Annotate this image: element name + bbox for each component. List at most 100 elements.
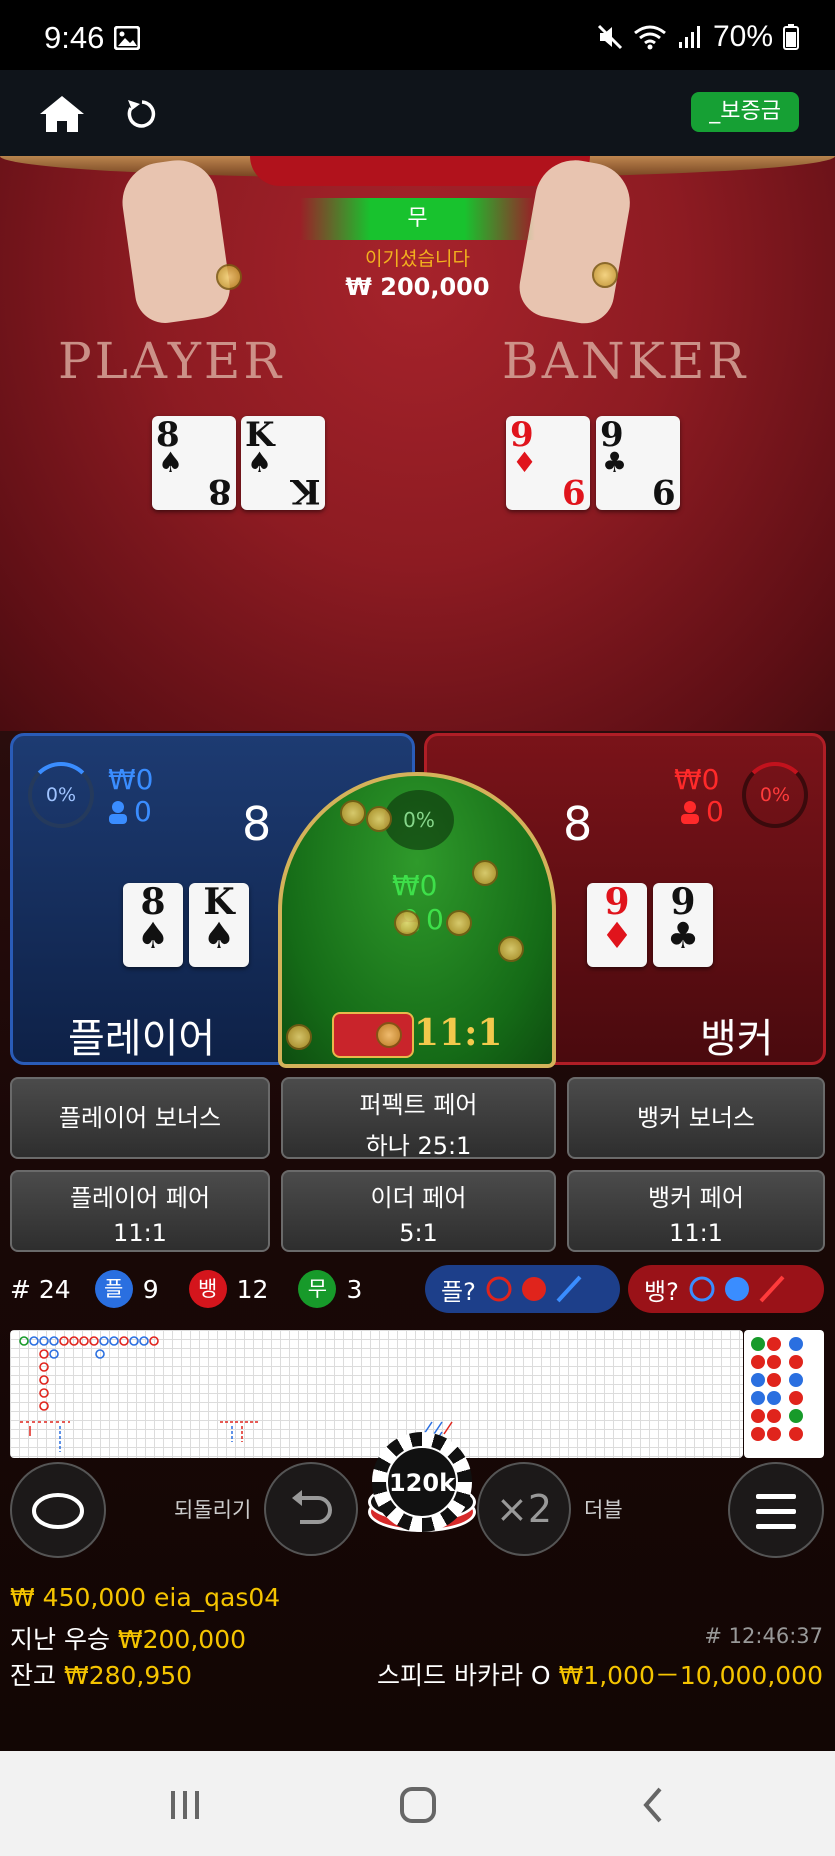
player-card-2: K ♠ (189, 883, 249, 967)
double-button[interactable]: ×2 (477, 1462, 571, 1556)
selected-chip[interactable]: 120k (372, 1432, 472, 1532)
tie-badge: 무 (298, 1270, 337, 1308)
table-player-card-1: 8 ♠ 8 (152, 416, 236, 510)
coin-icon (472, 860, 498, 886)
banker-pair-label: 뱅커 페어 (648, 1184, 744, 1212)
wifi-icon (634, 25, 666, 50)
recent-apps-icon[interactable] (168, 1789, 204, 1821)
bet-limits: ₩1,000－10,000,000 (558, 1661, 823, 1690)
gallery-icon (114, 26, 140, 50)
banker-badge: 뱅 (188, 1270, 227, 1308)
balance: 잔고 ₩280,950 (10, 1656, 192, 1692)
battery-icon (783, 24, 799, 50)
perfect-pair-button[interactable]: 퍼펙트 페어 하나 25:1 (281, 1077, 556, 1160)
round-count: # 24 (10, 1274, 71, 1304)
banker-percent-ring: 0% (742, 762, 808, 828)
banker-predict-button[interactable]: 뱅? (628, 1265, 824, 1313)
player-score: 8 (242, 797, 272, 851)
table-name: 스피드 바카라 O (377, 1661, 551, 1690)
status-bar: 9:46 70% (0, 0, 835, 70)
live-table-video: 무 이기셨습니다 ₩ 200,000 PLAYER BANKER 8 ♠ 8 K ♠… (0, 153, 835, 731)
table-banker-card-2: 9 ♣ 9 (596, 416, 680, 510)
home-nav-icon[interactable] (398, 1785, 438, 1825)
back-icon[interactable] (640, 1785, 666, 1825)
banker-wins: 12 (236, 1274, 269, 1304)
android-nav-bar (0, 1751, 835, 1856)
menu-button[interactable] (728, 1462, 824, 1558)
battery-percent: 70% (712, 20, 773, 53)
banker-card-2: 9 ♣ (653, 883, 713, 967)
either-pair-odds: 5:1 (399, 1219, 438, 1247)
tie-count-stat: 3 (346, 1274, 363, 1304)
player-pair-label: 플레이어 페어 (69, 1184, 211, 1212)
balance-label: 잔고 (10, 1661, 57, 1690)
lobby-button[interactable] (10, 1462, 106, 1558)
player-card-1: 8 ♠ (123, 883, 183, 967)
prediction-icons (486, 1275, 582, 1303)
banker-pair-odds: 11:1 (669, 1219, 723, 1247)
either-pair-button[interactable]: 이더 페어 5:1 (281, 1170, 556, 1252)
tie-bet-amount: ₩0 (392, 869, 438, 902)
table-icon (32, 1493, 84, 1529)
chip-icon (216, 264, 242, 290)
undo-label: 되돌리기 (174, 1498, 252, 1522)
player-count: 0 (108, 796, 152, 828)
player-predict-label: 플? (441, 1277, 476, 1306)
table-banker-label: BANKER (502, 332, 749, 390)
banker-predict-label: 뱅? (644, 1277, 679, 1306)
top-bar: _보증금 (0, 70, 835, 156)
coin-icon (394, 910, 420, 936)
banker-card-1: 9 ♦ (587, 883, 647, 967)
winner-tie-label: 무 (300, 198, 535, 240)
table-info: 스피드 바카라 O ₩1,000－10,000,000 (377, 1656, 823, 1692)
chip-stack[interactable]: 120k (368, 1432, 478, 1562)
coin-icon (446, 910, 472, 936)
coin-icon (286, 1024, 312, 1050)
perfect-pair-label: 퍼펙트 페어 (359, 1091, 478, 1119)
player-percent-ring: 0% (28, 762, 94, 828)
tie-odds: 11:1 (414, 1012, 503, 1054)
deposit-button[interactable]: _보증금 (691, 92, 799, 132)
player-bet-amount: ₩0 (108, 763, 154, 796)
table-player-card-2: K ♠ K (241, 416, 325, 510)
banker-count: 0 (680, 796, 724, 828)
table-banker-card-1: 9 ♦ 9 (506, 416, 590, 510)
win-banner: 무 이기셨습니다 ₩ 200,000 (300, 198, 535, 304)
coin-icon (340, 800, 366, 826)
player-bonus-button[interactable]: 플레이어 보너스 (10, 1077, 270, 1159)
mute-icon (597, 24, 623, 50)
road-marks (751, 1337, 803, 1441)
player-label: 플레이어 (68, 1016, 216, 1062)
last-win-amount: ₩200,000 (117, 1625, 247, 1654)
balance-amount: ₩280,950 (63, 1661, 193, 1690)
player-predict-button[interactable]: 플? (425, 1265, 620, 1313)
home-icon[interactable] (38, 94, 86, 134)
coin-icon (366, 806, 392, 832)
status-icons: 70% (597, 20, 799, 54)
last-win: 지난 우승 ₩200,000 (10, 1620, 246, 1656)
either-pair-label: 이더 페어 (370, 1184, 467, 1212)
coin-icon (498, 936, 524, 962)
dealer-left-hand (117, 155, 234, 327)
reload-icon[interactable] (124, 96, 160, 132)
stats-row: # 24 플 9 뱅 12 무 3 (10, 1266, 362, 1312)
player-wins: 9 (142, 1274, 159, 1304)
banker-label: 뱅커 (700, 1016, 774, 1062)
signal-icon (678, 26, 700, 48)
tie-percent: 0% (384, 790, 454, 850)
prediction-icons (689, 1275, 785, 1303)
win-amount: ₩ 200,000 (345, 273, 490, 301)
undo-button[interactable] (264, 1462, 358, 1556)
big-eye-road-map[interactable] (744, 1330, 824, 1458)
status-time: 9:46 (44, 20, 105, 55)
player-pair-button[interactable]: 플레이어 페어 11:1 (10, 1170, 270, 1252)
user-balance-name: ₩ 450,000 eia_qas04 (10, 1583, 281, 1612)
table-player-label: PLAYER (58, 332, 285, 390)
double-label: 더블 (584, 1498, 623, 1522)
banker-bet-amount: ₩0 (674, 763, 720, 796)
banker-bonus-button[interactable]: 뱅커 보너스 (567, 1077, 825, 1159)
person-icon (681, 801, 699, 824)
red-envelope-icon (332, 1012, 414, 1058)
undo-icon (292, 1490, 332, 1524)
banker-pair-button[interactable]: 뱅커 페어 11:1 (567, 1170, 825, 1252)
